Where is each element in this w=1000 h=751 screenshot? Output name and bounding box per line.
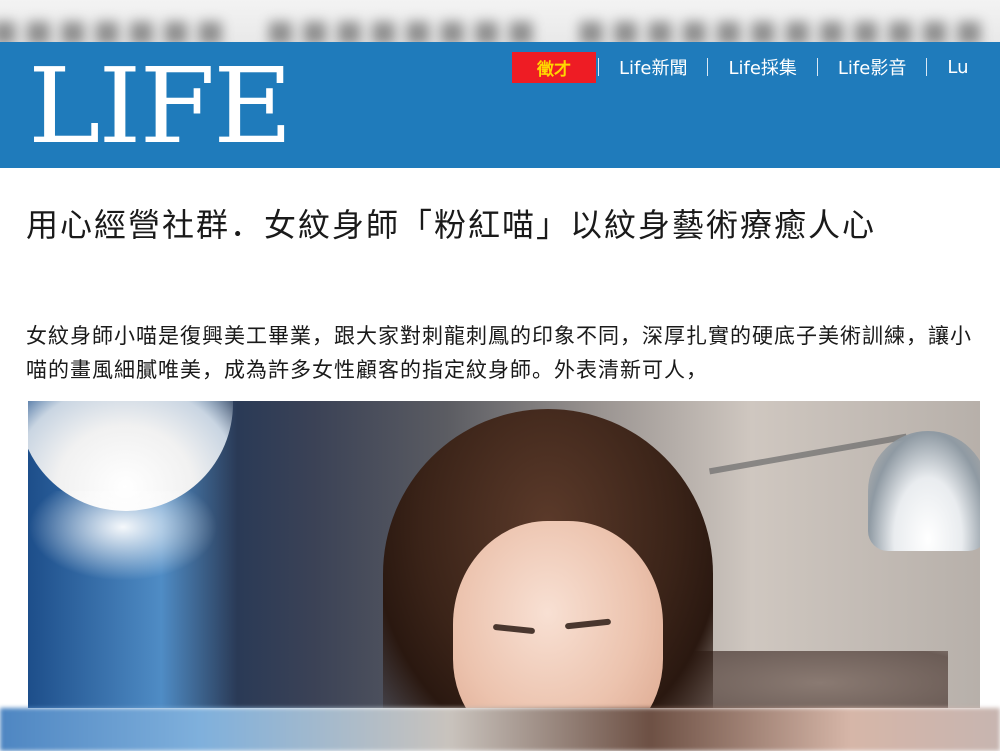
lamp-glow xyxy=(28,491,218,581)
desk-lamp-right xyxy=(868,431,980,551)
blurred-background-text: ■■■■■■■ ■■■■■■■■ ■■■■■■■■■■■■ xyxy=(0,14,990,42)
nav-item-life-collection[interactable]: Life採集 xyxy=(708,54,816,80)
article-headline[interactable]: 用心經營社群．女紋身師「粉紅喵」以紋身藝術療癒人心 xyxy=(26,200,976,250)
blurred-bottom-strip xyxy=(0,708,1000,751)
site-logo[interactable]: LIFE xyxy=(28,52,293,160)
nav-recruit-badge[interactable]: 徵才 xyxy=(512,51,596,83)
article-photo xyxy=(28,401,980,708)
top-nav: 徵才 Life新聞 Life採集 Life影音 Lu xyxy=(512,51,968,83)
nav-item-life-news[interactable]: Life新聞 xyxy=(599,54,707,80)
eye-left xyxy=(492,623,536,635)
blurred-top-strip: ■■■■■■■ ■■■■■■■■ ■■■■■■■■■■■■ xyxy=(0,0,1000,42)
site-header: LIFE 徵才 Life新聞 Life採集 Life影音 Lu xyxy=(0,42,1000,168)
nav-item-life-video[interactable]: Life影音 xyxy=(818,54,926,80)
article-lede: 女紋身師小喵是復興美工畢業，跟大家對刺龍刺鳳的印象不同，深厚扎實的硬底子美術訓練… xyxy=(26,324,972,382)
woman-face xyxy=(453,521,663,708)
eye-right xyxy=(564,618,612,630)
nav-item-life-more[interactable]: Lu xyxy=(927,57,968,78)
